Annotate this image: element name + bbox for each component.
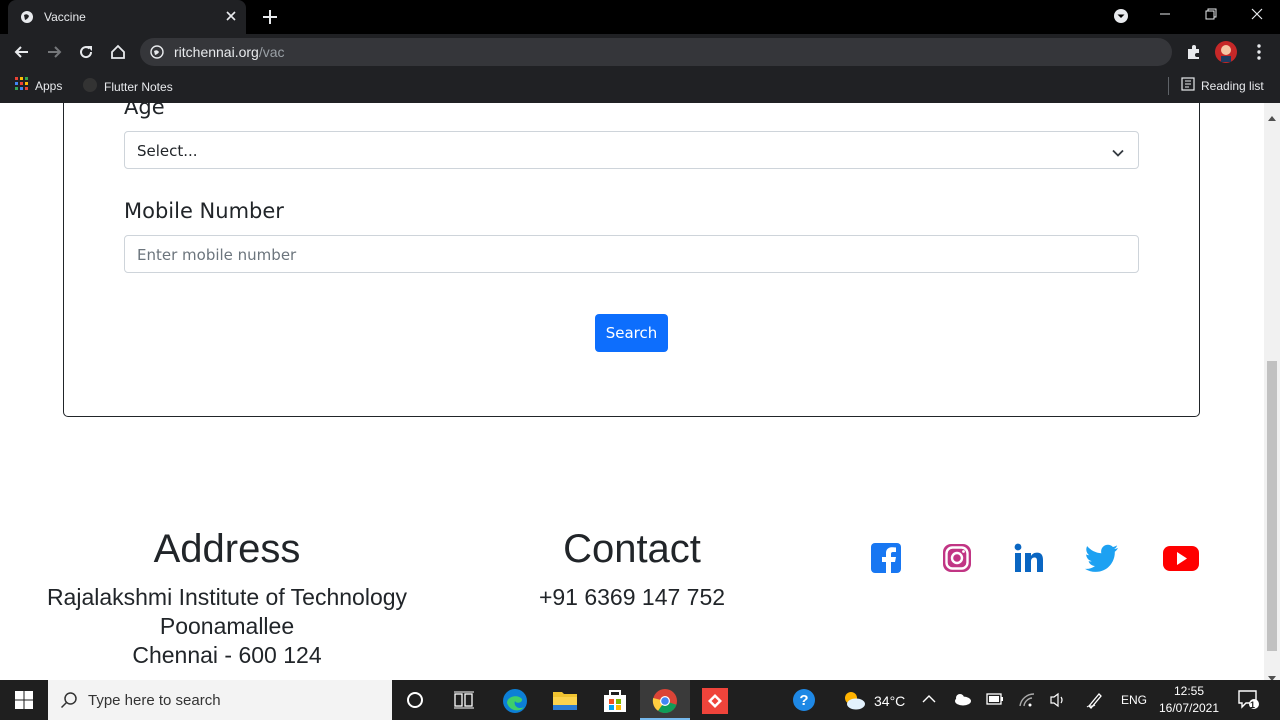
menu-dots-icon[interactable] (1250, 43, 1268, 66)
task-view-icon[interactable] (454, 691, 474, 712)
svg-text:?: ? (799, 692, 808, 709)
home-icon[interactable] (109, 43, 127, 66)
bookmark-label: Flutter Notes (104, 79, 173, 94)
search-button[interactable]: Search (595, 314, 668, 352)
tab-vaccine[interactable]: Vaccine (8, 0, 246, 34)
minimize-icon[interactable] (1158, 7, 1172, 26)
close-tab-icon[interactable] (224, 9, 238, 26)
anydesk-icon[interactable] (702, 688, 728, 717)
edge-browser-icon[interactable] (502, 688, 528, 717)
extensions-icon[interactable] (1185, 43, 1203, 66)
clock[interactable]: 12:55 16/07/2021 (1150, 683, 1228, 717)
instagram-icon[interactable] (941, 542, 973, 579)
globe-icon (20, 10, 34, 27)
clock-date: 16/07/2021 (1158, 701, 1220, 715)
facebook-icon[interactable] (870, 542, 902, 579)
age-select[interactable]: Select... (124, 131, 1139, 169)
back-icon[interactable] (13, 43, 31, 66)
new-tab-icon[interactable] (260, 7, 280, 32)
url-text: ritchennai.org/vac (174, 44, 285, 60)
battery-icon[interactable] (986, 692, 1004, 709)
mobile-number-input[interactable]: Enter mobile number (124, 235, 1139, 273)
browser-toolbar: ritchennai.org/vac (0, 34, 1280, 70)
bookmarks-bar: Apps Flutter Notes Reading list (0, 70, 1280, 103)
volume-icon[interactable] (1049, 692, 1067, 711)
notification-count: 1 (1250, 700, 1256, 710)
chevron-down-icon (1112, 145, 1124, 163)
reading-list-icon (1181, 77, 1195, 94)
reading-list-label: Reading list (1201, 78, 1264, 93)
weather-temperature[interactable]: 34°C (874, 693, 905, 709)
bookmark-flutter-notes[interactable]: Flutter Notes (82, 77, 173, 96)
mobile-number-placeholder: Enter mobile number (137, 246, 297, 264)
reload-icon[interactable] (77, 43, 95, 66)
weather-icon[interactable] (842, 688, 866, 715)
chevron-up-icon[interactable] (922, 693, 936, 707)
contact-phone: +91 6369 147 752 (538, 584, 726, 610)
tab-title: Vaccine (44, 10, 86, 24)
address-line-2: Poonamallee (159, 613, 295, 639)
age-label: Age (124, 103, 165, 119)
address-line-1: Rajalakshmi Institute of Technology (46, 584, 408, 610)
profile-avatar[interactable] (1215, 41, 1237, 68)
help-icon[interactable]: ? (792, 688, 816, 715)
chrome-icon[interactable] (652, 688, 678, 717)
contact-heading: Contact (563, 527, 701, 571)
restore-icon[interactable] (1204, 7, 1218, 26)
windows-taskbar: Type here to search ? 34°C ENG 12:55 16/… (0, 680, 1280, 720)
forward-icon[interactable] (45, 43, 63, 66)
cortana-icon[interactable] (406, 691, 424, 712)
taskbar-search-box[interactable]: Type here to search (48, 680, 392, 720)
address-heading: Address (153, 527, 301, 571)
scroll-up-icon[interactable] (1268, 108, 1276, 126)
apps-grid-icon (15, 77, 29, 94)
address-line-3: Chennai - 600 124 (132, 642, 322, 668)
notifications-icon[interactable] (1238, 690, 1260, 713)
age-select-value: Select... (137, 142, 198, 160)
profile-dropdown-icon[interactable] (1112, 7, 1130, 30)
windows-start-icon[interactable] (15, 691, 33, 712)
file-explorer-icon[interactable] (552, 688, 578, 715)
page-scrollbar[interactable] (1264, 103, 1280, 681)
github-icon (82, 77, 98, 96)
youtube-icon[interactable] (1163, 542, 1199, 579)
linkedin-icon[interactable] (1013, 542, 1045, 579)
search-placeholder: Type here to search (88, 692, 221, 709)
scrollbar-thumb[interactable] (1267, 361, 1277, 651)
wifi-icon[interactable] (1018, 692, 1036, 711)
onedrive-cloud-icon[interactable] (952, 692, 972, 709)
clock-time: 12:55 (1173, 684, 1205, 698)
divider (1168, 77, 1169, 95)
bookmark-label: Apps (35, 78, 63, 93)
twitter-icon[interactable] (1084, 542, 1119, 579)
site-info-icon[interactable] (150, 45, 164, 62)
page-viewport: Age Select... Mobile Number Enter mobile… (0, 103, 1264, 680)
mobile-number-label: Mobile Number (124, 199, 284, 223)
bookmark-apps[interactable]: Apps (15, 77, 62, 94)
reading-list-button[interactable]: Reading list (1181, 77, 1264, 94)
address-bar[interactable]: ritchennai.org/vac (140, 38, 1172, 66)
browser-tab-strip: Vaccine (0, 0, 1280, 34)
search-icon (60, 691, 78, 713)
pen-icon[interactable] (1086, 691, 1104, 712)
microsoft-store-icon[interactable] (602, 688, 628, 717)
close-window-icon[interactable] (1250, 7, 1264, 26)
language-indicator[interactable]: ENG (1121, 693, 1147, 707)
